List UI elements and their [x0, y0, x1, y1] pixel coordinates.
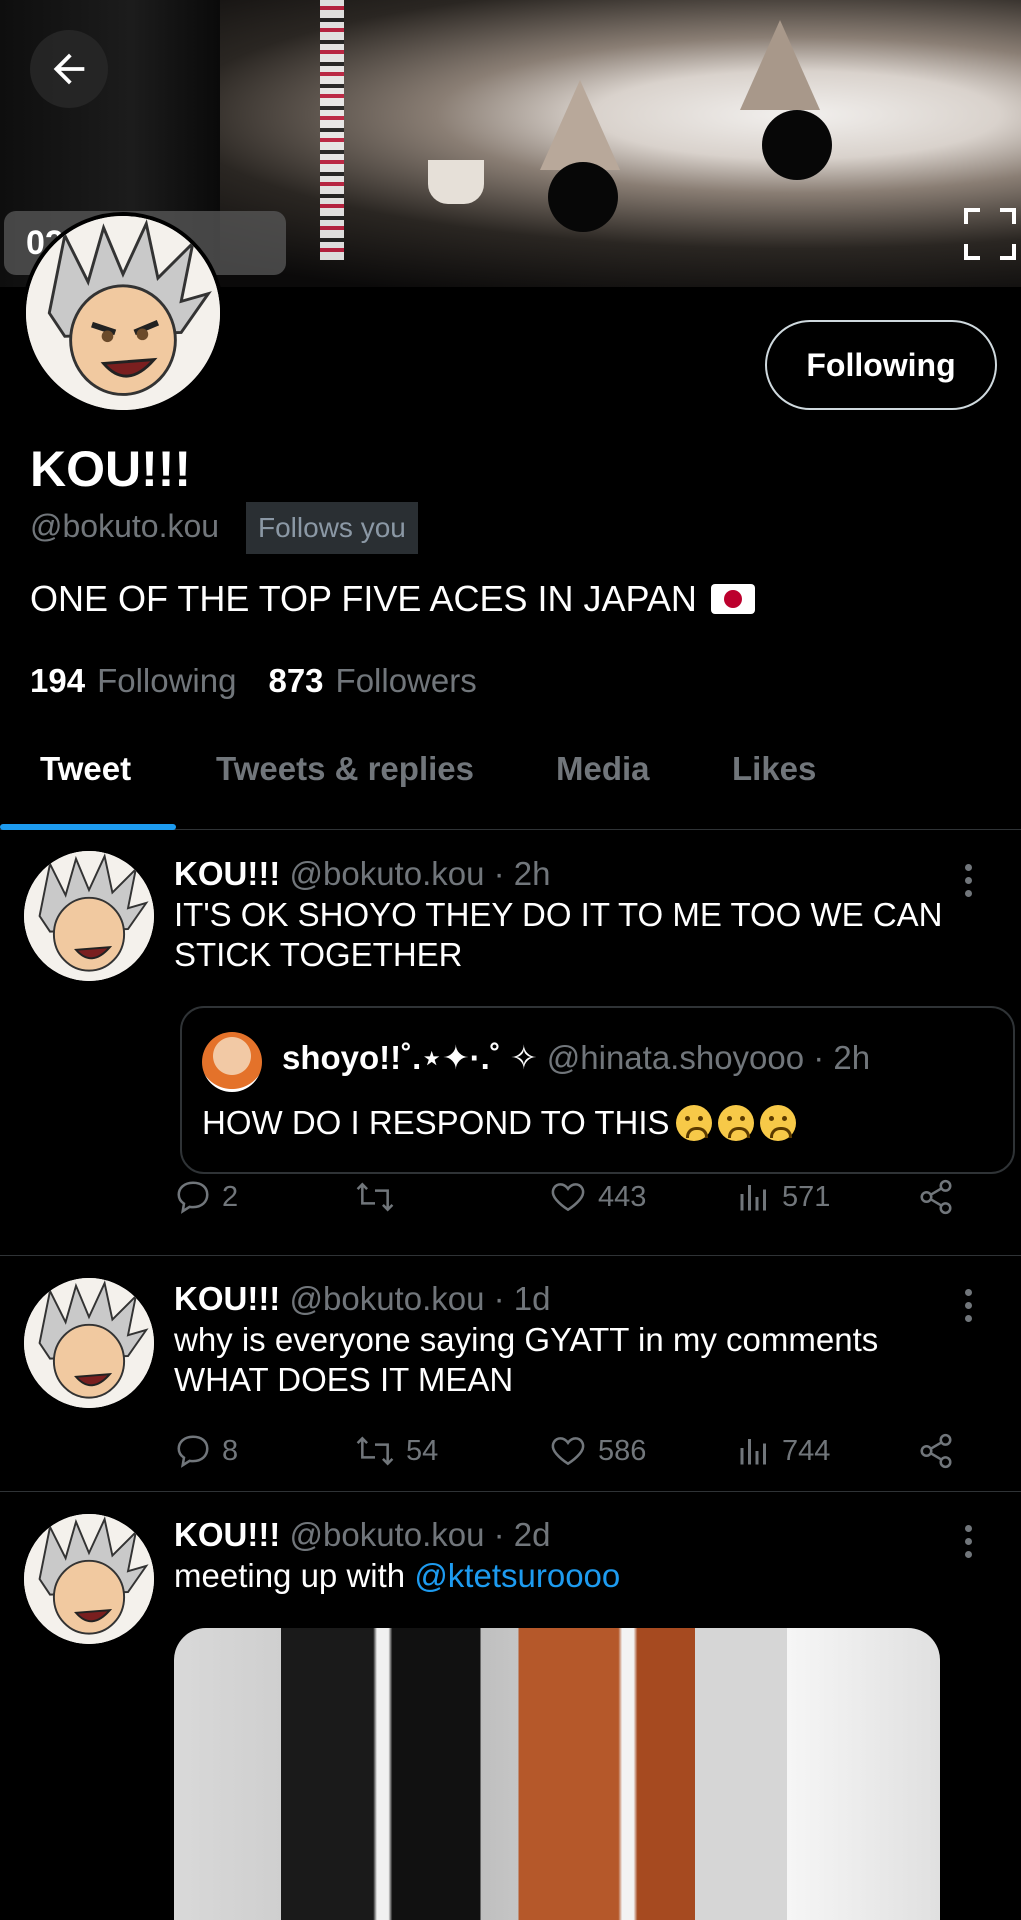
frowning-face-icon [759, 1105, 796, 1141]
banner-lights [320, 0, 344, 260]
quoted-meta: @hinata.shoyooo · 2h [546, 1039, 871, 1076]
bar-chart-icon [740, 1439, 766, 1465]
like-button[interactable]: 443 [548, 1172, 646, 1222]
like-button[interactable]: 586 [548, 1426, 646, 1476]
tweet-header: KOU!!! @bokuto.kou · 1d [174, 1280, 550, 1318]
bar-chart-icon [740, 1185, 766, 1211]
tweet-meta: @bokuto.kou · 2d [289, 1516, 551, 1553]
retweet-count: 54 [406, 1434, 439, 1467]
like-count: 586 [598, 1434, 647, 1467]
fullscreen-icon[interactable] [962, 206, 1018, 262]
following-button[interactable]: Following [765, 320, 997, 410]
views-count: 744 [782, 1434, 831, 1467]
following-label: Following [97, 662, 237, 699]
tweet-author-name[interactable]: KOU!!! [174, 1516, 280, 1553]
tweet-author-name[interactable]: KOU!!! [174, 1280, 280, 1317]
views-button[interactable]: 571 [736, 1172, 830, 1222]
quoted-avatar[interactable] [202, 1032, 262, 1092]
following-count: 194 [30, 662, 86, 699]
views-button[interactable]: 744 [736, 1426, 830, 1476]
comment-icon [177, 1435, 209, 1468]
banner-pot [428, 160, 484, 204]
mention-link[interactable]: @ktetsuroooo [414, 1557, 620, 1594]
tweet-avatar[interactable] [24, 1514, 154, 1644]
retweet-icon [356, 1436, 394, 1466]
quoted-text-row: HOW DO I RESPOND TO THIS [202, 1104, 796, 1142]
like-count: 443 [598, 1180, 647, 1213]
profile-avatar[interactable] [22, 212, 224, 414]
tweet-meta: @bokuto.kou · 1d [289, 1280, 551, 1317]
heart-icon [551, 1183, 585, 1212]
tweet-text: IT'S OK SHOYO THEY DO IT TO ME TOO WE CA… [174, 896, 943, 973]
views-count: 571 [782, 1180, 831, 1213]
retweet-button[interactable]: 54 [354, 1426, 438, 1476]
profile-display-name: KOU!!! [30, 441, 192, 497]
japan-flag-icon [710, 584, 755, 614]
following-stat[interactable]: 194 Following [30, 662, 236, 700]
tweet-meta: @bokuto.kou · 2h [289, 855, 551, 892]
quoted-tweet[interactable]: shoyo!!˚.⋆✦·.˚ ✧ @hinata.shoyooo · 2h HO… [180, 1006, 1015, 1174]
tweet-avatar[interactable] [24, 1278, 154, 1408]
tweet-avatar[interactable] [24, 851, 154, 981]
share-icon [920, 1179, 952, 1215]
share-button[interactable] [916, 1426, 956, 1476]
tab-likes[interactable]: Likes [732, 750, 816, 788]
tweet[interactable]: KOU!!! @bokuto.kou · 1d why is everyone … [0, 1256, 1021, 1492]
banner-cat-eye [548, 162, 618, 232]
tweet-actions: 2 443 571 [174, 1172, 974, 1222]
share-button[interactable] [916, 1172, 956, 1222]
share-icon [920, 1433, 952, 1469]
follows-you-badge: Follows you [246, 502, 418, 554]
back-button[interactable] [30, 30, 108, 108]
tweet-header: KOU!!! @bokuto.kou · 2d [174, 1516, 550, 1554]
profile-tabs: Tweet Tweets & replies Media Likes [0, 730, 1021, 830]
tweet-text-prefix: meeting up with [174, 1557, 415, 1594]
follow-stats: 194 Following 873 Followers [30, 662, 477, 700]
banner-cat-ear [740, 20, 820, 110]
retweet-icon [356, 1182, 394, 1212]
profile-handle: @bokuto.kou [30, 508, 220, 544]
reply-button[interactable]: 8 [174, 1426, 238, 1476]
quoted-text: HOW DO I RESPOND TO THIS [202, 1104, 670, 1141]
heart-icon [551, 1437, 585, 1466]
tab-tweet[interactable]: Tweet [40, 750, 131, 788]
arrow-left-icon [53, 53, 85, 85]
followers-stat[interactable]: 873 Followers [268, 662, 476, 700]
frowning-face-icon [675, 1105, 712, 1141]
active-tab-indicator [0, 824, 176, 830]
reply-count: 2 [222, 1180, 239, 1213]
reply-count: 8 [222, 1434, 239, 1467]
retweet-button[interactable] [354, 1172, 406, 1222]
tweet-media-image[interactable] [174, 1628, 940, 1920]
followers-label: Followers [335, 662, 477, 699]
tab-media[interactable]: Media [556, 750, 650, 788]
comment-icon [177, 1181, 209, 1214]
tab-tweets-replies[interactable]: Tweets & replies [216, 750, 474, 788]
quoted-header: shoyo!!˚.⋆✦·.˚ ✧ @hinata.shoyooo · 2h [282, 1038, 870, 1077]
banner-cat-ear [540, 80, 620, 170]
quoted-author-name: shoyo!!˚.⋆✦·.˚ ✧ [282, 1039, 538, 1076]
followers-count: 873 [268, 662, 324, 699]
banner-cat-eye [762, 110, 832, 180]
tweet-text: meeting up with @ktetsuroooo [174, 1556, 974, 1596]
tweet-author-name[interactable]: KOU!!! [174, 855, 280, 892]
tweet-header: KOU!!! @bokuto.kou · 2h [174, 855, 550, 893]
frowning-face-icon [717, 1105, 754, 1141]
profile-bio: ONE OF THE TOP FIVE ACES IN JAPAN [30, 578, 755, 620]
bio-text: ONE OF THE TOP FIVE ACES IN JAPAN [30, 578, 697, 619]
reply-button[interactable]: 2 [174, 1172, 238, 1222]
tweet-actions: 8 54 586 744 [174, 1426, 974, 1476]
tweet-text: why is everyone saying GYATT in my comme… [174, 1321, 879, 1398]
